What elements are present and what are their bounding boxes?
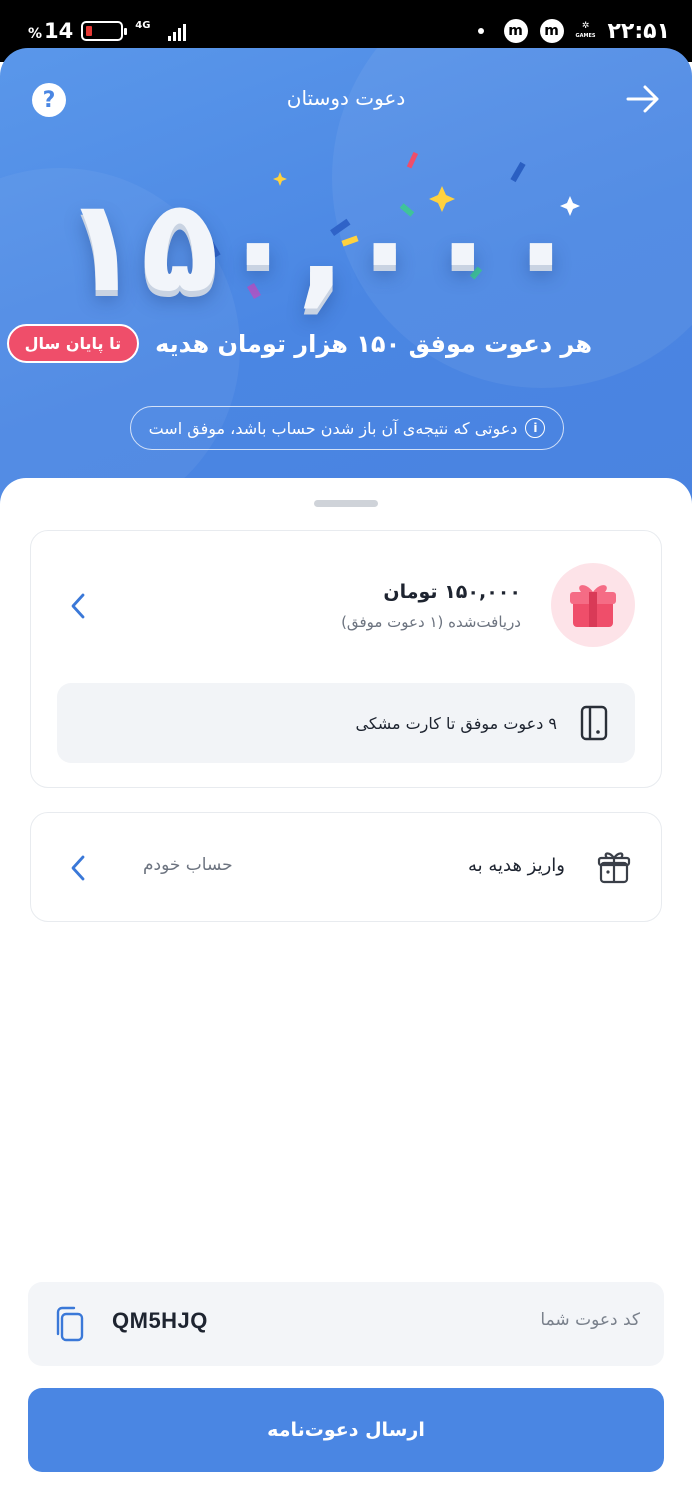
status-right: m m ✲ GAMES ۲۲:۵۱ (477, 18, 670, 44)
battery-percent-symbol: % (28, 26, 43, 42)
send-invitation-button[interactable]: ارسال دعوت‌نامه (28, 1388, 664, 1472)
signal-icon (168, 21, 187, 41)
card-icon (580, 705, 608, 741)
gift-icon (570, 585, 616, 627)
app-notification-icon-2: m (539, 19, 564, 43)
notification-dot-icon (477, 28, 484, 34)
chevron-left-icon[interactable] (67, 591, 89, 621)
battery-percent: % 14 (28, 19, 73, 43)
app-notification-icon: m (503, 19, 528, 43)
info-icon: i (525, 418, 546, 438)
invite-code-label: کد دعوت شما (540, 1310, 640, 1330)
year-end-badge: تا پایان سال (6, 324, 140, 363)
gift-box-icon (597, 852, 631, 884)
invite-code-box: کد دعوت شما QM5HJQ (28, 1282, 664, 1366)
hero-headline: هر دعوت موفق ۱۵۰ هزار تومان هدیه (155, 329, 592, 358)
network-type: 4G (135, 19, 151, 31)
battery-percent-value: 14 (44, 19, 74, 43)
gift-deposit-card[interactable]: واریز هدیه به حساب خودم (30, 812, 662, 922)
drag-handle[interactable] (314, 500, 378, 507)
deposit-target-value: حساب خودم (143, 855, 233, 875)
bottom-sheet: ۱۵۰,۰۰۰ تومان دریافت‌شده (۱ دعوت موفق) ۹… (0, 478, 692, 1500)
copy-icon[interactable] (52, 1306, 86, 1342)
games-icon: ✲ GAMES (575, 20, 596, 39)
black-card-progress-text: ۹ دعوت موفق تا کارت مشکی (355, 713, 557, 733)
chevron-left-icon[interactable] (67, 853, 89, 883)
hero-banner: ? دعوت دوستان ۱۵۰,۰۰۰ هر دعوت موفق ۱۵۰ ه… (0, 48, 692, 508)
clock: ۲۲:۵۱ (607, 18, 670, 44)
reward-summary-card[interactable]: ۱۵۰,۰۰۰ تومان دریافت‌شده (۱ دعوت موفق) ۹… (30, 530, 662, 788)
back-arrow-icon[interactable] (624, 80, 662, 118)
deposit-label: واریز هدیه به (467, 855, 565, 876)
success-criteria-text: دعوتی که نتیجه‌ی آن باز شدن حساب باشد، م… (148, 418, 518, 438)
invite-code-value[interactable]: QM5HJQ (112, 1308, 208, 1334)
black-card-progress: ۹ دعوت موفق تا کارت مشکی (57, 683, 635, 763)
reward-amount: ۱۵۰,۰۰۰ تومان (383, 581, 521, 603)
reward-received-count: دریافت‌شده (۱ دعوت موفق) (341, 613, 521, 631)
battery-icon (81, 21, 128, 41)
page-title: دعوت دوستان (286, 86, 406, 110)
gift-avatar (551, 563, 635, 647)
reward-amount-graphic: ۱۵۰,۰۰۰ (63, 151, 580, 331)
status-left: % 14 4G (28, 19, 187, 43)
hero-headline-row: هر دعوت موفق ۱۵۰ هزار تومان هدیه تا پایا… (6, 324, 592, 363)
big-reward-number: ۱۵۰,۰۰۰ (62, 172, 580, 321)
success-criteria-note: i دعوتی که نتیجه‌ی آن باز شدن حساب باشد،… (130, 406, 564, 450)
games-label: GAMES (575, 32, 596, 39)
